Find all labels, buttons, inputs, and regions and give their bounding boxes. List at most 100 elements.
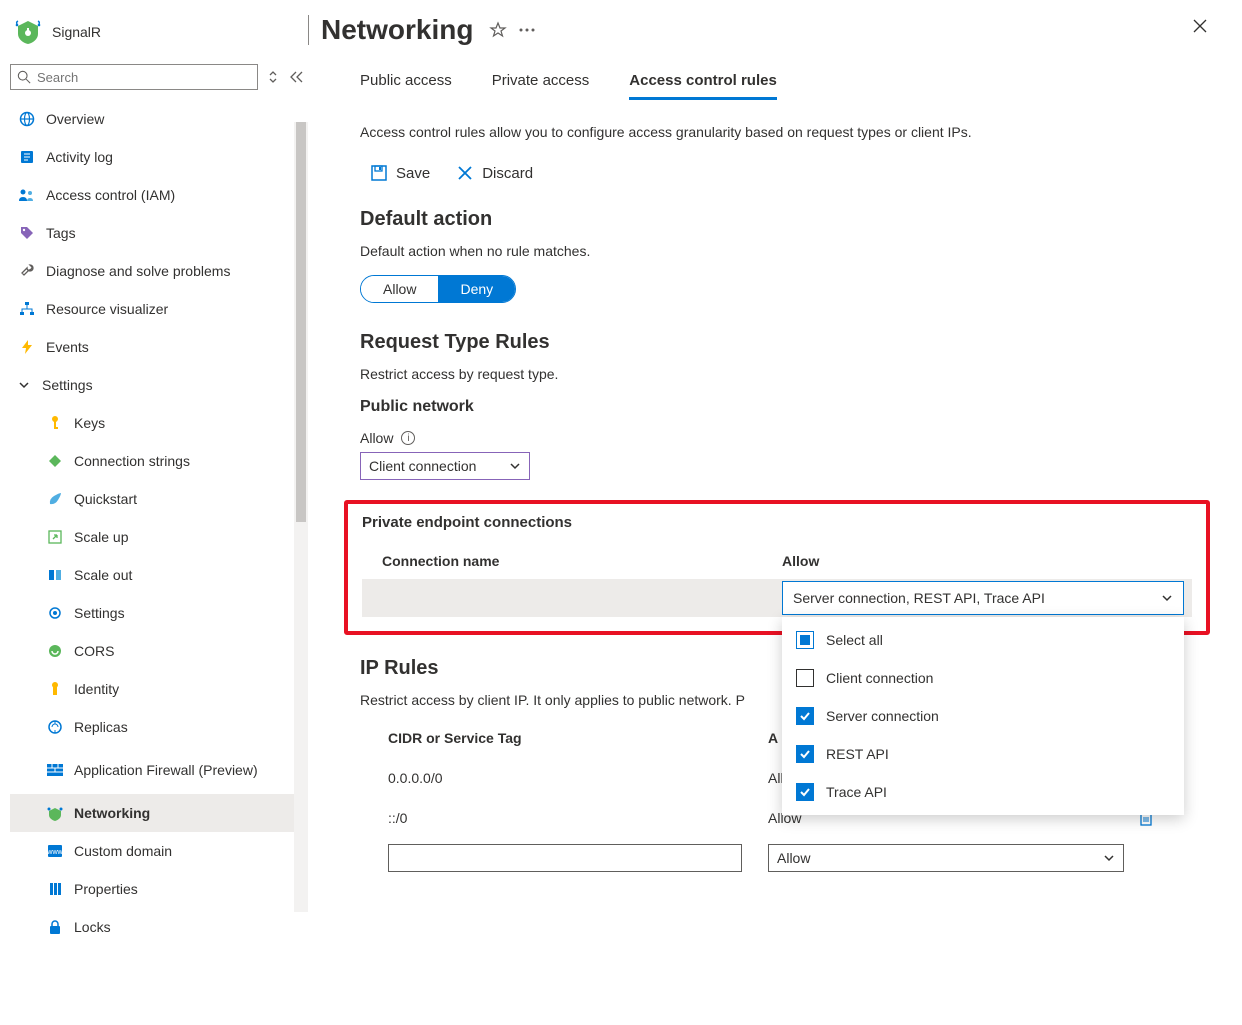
save-label: Save — [396, 165, 430, 182]
select-value: Server connection, REST API, Trace API — [793, 590, 1045, 606]
main-panel: Networking Public access Private access … — [308, 0, 1242, 1025]
nav-app-firewall[interactable]: Application Firewall (Preview) — [10, 746, 308, 794]
sidebar-scrollbar[interactable] — [294, 122, 308, 912]
nav-label: Replicas — [74, 719, 128, 735]
tab-public-access[interactable]: Public access — [360, 72, 452, 100]
nav-settings[interactable]: Settings — [10, 594, 308, 632]
nav-identity[interactable]: Identity — [10, 670, 308, 708]
lock-icon — [46, 918, 64, 936]
cidr-input[interactable] — [388, 844, 742, 872]
public-network-heading: Public network — [360, 398, 1202, 416]
wrench-icon — [18, 262, 36, 280]
nav-diagnose[interactable]: Diagnose and solve problems — [10, 252, 308, 290]
nav-label: Settings — [74, 605, 125, 621]
nav-locks[interactable]: Locks — [10, 908, 308, 946]
nav-scale-up[interactable]: Scale up — [10, 518, 308, 556]
checkbox-checked-icon — [796, 745, 814, 763]
globe-icon — [18, 110, 36, 128]
page-header: Networking — [308, 14, 1242, 46]
replicas-icon — [46, 718, 64, 736]
people-icon — [18, 186, 36, 204]
dd-label: REST API — [826, 746, 889, 762]
nav-networking[interactable]: Networking — [10, 794, 308, 832]
search-input[interactable] — [37, 70, 251, 85]
gear-icon — [46, 604, 64, 622]
scale-up-icon — [46, 528, 64, 546]
nav-replicas[interactable]: Replicas — [10, 708, 308, 746]
nav-quickstart[interactable]: Quickstart — [10, 480, 308, 518]
nav-access-control[interactable]: Access control (IAM) — [10, 176, 308, 214]
dd-trace-api[interactable]: Trace API — [782, 773, 1184, 811]
rocket-icon — [46, 490, 64, 508]
dd-client-connection[interactable]: Client connection — [782, 659, 1184, 697]
dd-server-connection[interactable]: Server connection — [782, 697, 1184, 735]
allow-select[interactable]: Server connection, REST API, Trace API — [782, 581, 1184, 615]
checkbox-indeterminate-icon — [796, 631, 814, 649]
discard-icon — [456, 164, 474, 182]
info-icon[interactable]: i — [401, 431, 415, 445]
scrollbar-thumb[interactable] — [296, 122, 306, 522]
expand-collapse-icon[interactable] — [268, 69, 278, 85]
nav-label: Activity log — [46, 149, 113, 165]
ip-rule-new-row: Allow — [360, 838, 1202, 878]
nav-label: Properties — [74, 881, 138, 897]
nav-label: Resource visualizer — [46, 301, 168, 317]
sidebar-nav: Overview Activity log Access control (IA… — [10, 100, 308, 946]
nav-activity-log[interactable]: Activity log — [10, 138, 308, 176]
signalr-logo-icon — [14, 18, 42, 46]
nav-label: Networking — [74, 805, 150, 821]
bolt-icon — [18, 338, 36, 356]
nav-properties[interactable]: Properties — [10, 870, 308, 908]
favorite-star-icon[interactable] — [489, 21, 507, 39]
sidebar: SignalR Overview Activity log Access con… — [0, 0, 308, 1025]
private-endpoint-highlight: Private endpoint connections Connection … — [344, 500, 1210, 635]
close-icon[interactable] — [1192, 18, 1208, 34]
default-action-heading: Default action — [360, 208, 1202, 231]
page-description: Access control rules allow you to config… — [360, 124, 1202, 140]
public-allow-select[interactable]: Client connection — [360, 452, 530, 480]
allow-label: Allow — [360, 430, 393, 446]
resource-type-label: SignalR — [52, 24, 101, 40]
nav-settings-group[interactable]: Settings — [10, 366, 308, 404]
collapse-sidebar-icon[interactable] — [288, 70, 304, 84]
dd-select-all[interactable]: Select all — [782, 621, 1184, 659]
nav-keys[interactable]: Keys — [10, 404, 308, 442]
tab-access-control-rules[interactable]: Access control rules — [629, 72, 777, 100]
nav-resource-visualizer[interactable]: Resource visualizer — [10, 290, 308, 328]
tab-private-access[interactable]: Private access — [492, 72, 590, 100]
allow-pill[interactable]: Allow — [361, 276, 438, 302]
key-icon — [46, 414, 64, 432]
firewall-icon — [46, 761, 64, 779]
page-title: Networking — [321, 14, 473, 46]
nav-custom-domain[interactable]: www Custom domain — [10, 832, 308, 870]
chevron-down-icon — [1103, 852, 1115, 864]
dd-rest-api[interactable]: REST API — [782, 735, 1184, 773]
tabs: Public access Private access Access cont… — [308, 72, 1242, 100]
default-action-toggle: Allow Deny — [360, 275, 516, 303]
header-divider — [308, 15, 309, 45]
identity-icon — [46, 680, 64, 698]
nav-scale-out[interactable]: Scale out — [10, 556, 308, 594]
networking-icon — [46, 804, 64, 822]
action-select[interactable]: Allow — [768, 844, 1124, 872]
nav-connection-strings[interactable]: Connection strings — [10, 442, 308, 480]
request-type-desc: Restrict access by request type. — [360, 366, 1202, 382]
nav-label: CORS — [74, 643, 114, 659]
nav-tags[interactable]: Tags — [10, 214, 308, 252]
sidebar-search[interactable] — [10, 64, 258, 90]
nav-cors[interactable]: CORS — [10, 632, 308, 670]
save-button[interactable]: Save — [370, 164, 430, 182]
nav-label: Events — [46, 339, 89, 355]
nav-label: Custom domain — [74, 843, 172, 859]
deny-pill[interactable]: Deny — [438, 276, 515, 302]
private-endpoint-row: Server connection, REST API, Trace API S… — [362, 579, 1192, 617]
hierarchy-icon — [18, 300, 36, 318]
chevron-down-icon — [1161, 592, 1173, 604]
nav-label: Diagnose and solve problems — [46, 263, 230, 279]
connection-icon — [46, 452, 64, 470]
nav-overview[interactable]: Overview — [10, 100, 308, 138]
tag-icon — [18, 224, 36, 242]
more-icon[interactable] — [519, 28, 535, 32]
discard-button[interactable]: Discard — [456, 164, 533, 182]
nav-events[interactable]: Events — [10, 328, 308, 366]
